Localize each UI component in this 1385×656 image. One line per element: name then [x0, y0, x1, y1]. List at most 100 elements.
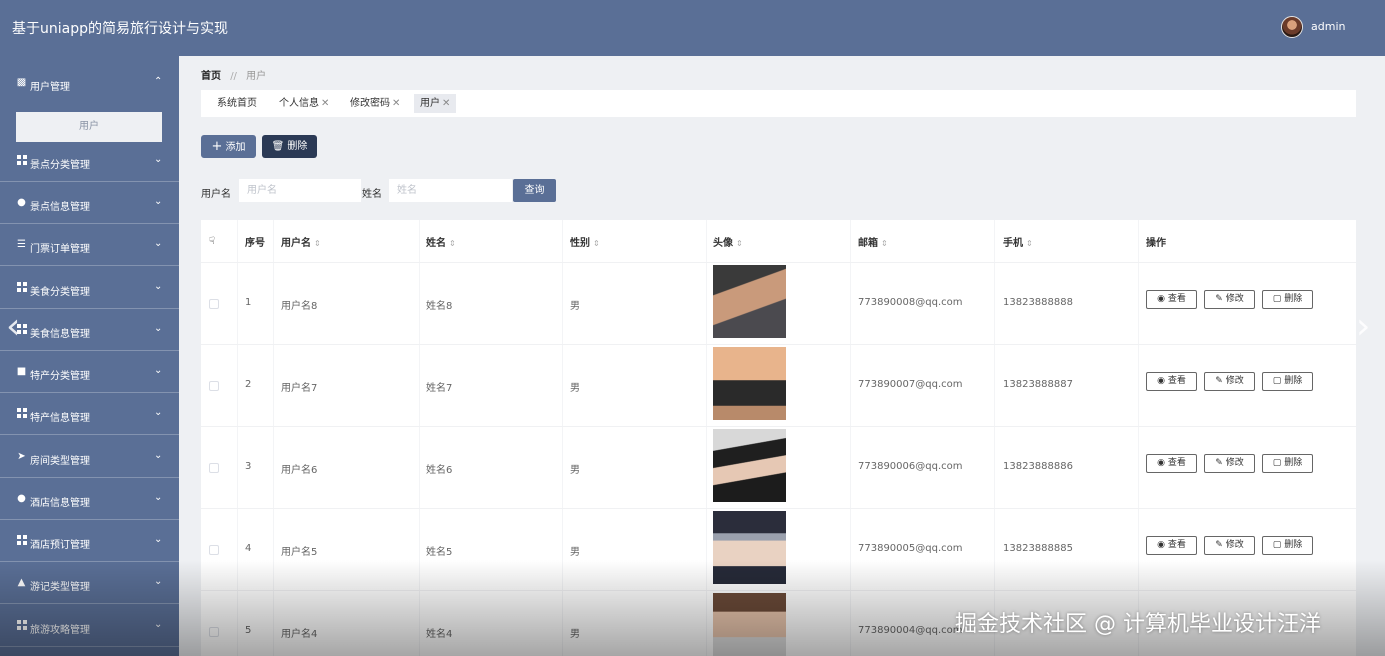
view-button[interactable]: ◉ 查看: [1146, 372, 1197, 391]
sidebar-item-travelogue-type[interactable]: ▲ 游记类型管理 ⌄: [0, 564, 179, 604]
pin-icon: ●: [17, 197, 26, 208]
view-button[interactable]: ◉ 查看: [1146, 536, 1197, 555]
header-name[interactable]: 姓名 ⇕: [426, 234, 456, 249]
cell-name: 姓名7: [426, 383, 453, 394]
sort-icon[interactable]: ⇕: [593, 239, 600, 248]
chevron-right-icon[interactable]: ›: [1356, 306, 1370, 347]
chevron-left-icon[interactable]: ‹: [6, 306, 20, 347]
breadcrumb-current: 用户: [246, 71, 267, 82]
sidebar-item-food-category[interactable]: 美食分类管理 ⌄: [0, 269, 179, 309]
briefcase-icon: ▩: [16, 77, 27, 88]
row-checkbox[interactable]: [209, 381, 219, 391]
avatar-photo: [713, 593, 786, 656]
query-button[interactable]: 查询: [513, 179, 556, 202]
sort-icon[interactable]: ⇕: [314, 239, 321, 248]
delete-label: 删除: [1284, 458, 1303, 468]
user-name[interactable]: admin: [1311, 20, 1345, 33]
tab-change-password[interactable]: 修改密码 ✕: [344, 94, 406, 113]
view-label: 查看: [1167, 540, 1186, 550]
header-email[interactable]: 邮箱 ⇕: [858, 234, 888, 249]
trash-icon: ▢: [1272, 294, 1282, 304]
grid-icon: [16, 620, 27, 631]
sidebar-item-hotel-info[interactable]: ● 酒店信息管理 ⌄: [0, 480, 179, 520]
sidebar-item-room-type[interactable]: ➤ 房间类型管理 ⌄: [0, 438, 179, 478]
close-icon[interactable]: ✕: [392, 98, 400, 109]
sidebar-item-travel-guide[interactable]: 旅游攻略管理 ⌄: [0, 607, 179, 647]
eye-icon: ◉: [1157, 540, 1165, 550]
sidebar-item-user-management[interactable]: ▩ 用户管理 ⌃: [0, 64, 179, 104]
cell-index: 3: [245, 461, 252, 472]
sidebar-item-label: 酒店信息管理: [30, 498, 90, 509]
breadcrumb-home[interactable]: 首页: [201, 71, 221, 82]
close-icon[interactable]: ✕: [321, 98, 329, 109]
close-icon[interactable]: ✕: [442, 98, 450, 109]
row-checkbox[interactable]: [209, 627, 219, 637]
breadcrumb: 首页 // 用户: [201, 67, 266, 82]
header-label: 邮箱: [858, 238, 878, 249]
edit-button[interactable]: ✎ 修改: [1204, 454, 1255, 473]
sidebar-item-scenic-category[interactable]: 景点分类管理 ⌄: [0, 142, 179, 182]
tab-label: 用户: [420, 98, 440, 109]
cell-index: 1: [245, 297, 252, 308]
cell-email: 773890008@qq.com: [858, 297, 963, 308]
cell-name: 姓名5: [426, 547, 453, 558]
row-delete-button[interactable]: ▢ 删除: [1262, 454, 1313, 473]
add-button[interactable]: + 添加: [201, 135, 256, 158]
header-label: 性别: [570, 238, 590, 249]
row-checkbox[interactable]: [209, 545, 219, 555]
delete-button[interactable]: 🗑 删除: [262, 135, 317, 158]
tab-profile[interactable]: 个人信息 ✕: [273, 94, 335, 113]
view-label: 查看: [1167, 376, 1186, 386]
sidebar-item-food-info[interactable]: 美食信息管理 ⌄: [0, 311, 179, 351]
sidebar-item-label: 游记类型管理: [30, 582, 90, 593]
sidebar-item-ticket-orders[interactable]: ☰ 门票订单管理 ⌄: [0, 226, 179, 266]
username-search-input[interactable]: [239, 179, 361, 202]
view-button[interactable]: ◉ 查看: [1146, 454, 1197, 473]
view-button[interactable]: ◉ 查看: [1146, 290, 1197, 309]
row-delete-button[interactable]: ▢ 删除: [1262, 290, 1313, 309]
header-avatar[interactable]: 头像 ⇕: [713, 234, 743, 249]
eye-icon: ◉: [1157, 294, 1165, 304]
cell-gender: 男: [570, 301, 580, 312]
header-actions: 操作: [1146, 238, 1166, 249]
edit-button[interactable]: ✎ 修改: [1204, 536, 1255, 555]
edit-label: 修改: [1225, 376, 1244, 386]
sort-icon[interactable]: ⇕: [881, 239, 888, 248]
avatar-photo: [713, 511, 786, 584]
edit-button[interactable]: ✎ 修改: [1204, 290, 1255, 309]
cell-gender: 男: [570, 383, 580, 394]
tab-system-home[interactable]: 系统首页: [211, 94, 263, 113]
edit-label: 修改: [1225, 540, 1244, 550]
row-checkbox[interactable]: [209, 299, 219, 309]
sidebar-subitem-users[interactable]: 用户: [16, 112, 162, 142]
sidebar-item-specialty-info[interactable]: 特产信息管理 ⌄: [0, 395, 179, 435]
pencil-icon: ✎: [1215, 540, 1223, 550]
cell-email: 773890004@qq.com: [858, 625, 963, 636]
header-phone[interactable]: 手机 ⇕: [1003, 234, 1033, 249]
watermark: 掘金技术社区 @ 计算机毕业设计汪洋: [955, 612, 1321, 637]
sidebar-item-scenic-info[interactable]: ● 景点信息管理 ⌄: [0, 184, 179, 224]
tab-users[interactable]: 用户 ✕: [414, 94, 457, 113]
pointer-cursor-icon: ☟: [209, 236, 216, 247]
tab-label: 修改密码: [350, 98, 390, 109]
sort-icon[interactable]: ⇕: [736, 239, 743, 248]
user-avatar[interactable]: [1281, 16, 1303, 38]
edit-button[interactable]: ✎ 修改: [1204, 372, 1255, 391]
sidebar-item-hotel-booking[interactable]: 酒店预订管理 ⌄: [0, 522, 179, 562]
row-delete-button[interactable]: ▢ 删除: [1262, 536, 1313, 555]
sort-icon[interactable]: ⇕: [449, 239, 456, 248]
grid-icon: [16, 535, 27, 546]
name-search-input[interactable]: [389, 179, 512, 202]
sidebar-item-label: 特产分类管理: [30, 371, 90, 382]
add-button-label: 添加: [225, 142, 246, 153]
send-icon: ➤: [17, 451, 26, 462]
header-label: 头像: [713, 238, 733, 249]
row-checkbox[interactable]: [209, 463, 219, 473]
sort-icon[interactable]: ⇕: [1026, 239, 1033, 248]
chart-icon: ▲: [17, 577, 26, 588]
sidebar-item-specialty-category[interactable]: ■ 特产分类管理 ⌄: [0, 353, 179, 393]
row-delete-button[interactable]: ▢ 删除: [1262, 372, 1313, 391]
header-username[interactable]: 用户名 ⇕: [281, 234, 321, 249]
header-gender[interactable]: 性别 ⇕: [570, 234, 600, 249]
header-label: 手机: [1003, 238, 1023, 249]
